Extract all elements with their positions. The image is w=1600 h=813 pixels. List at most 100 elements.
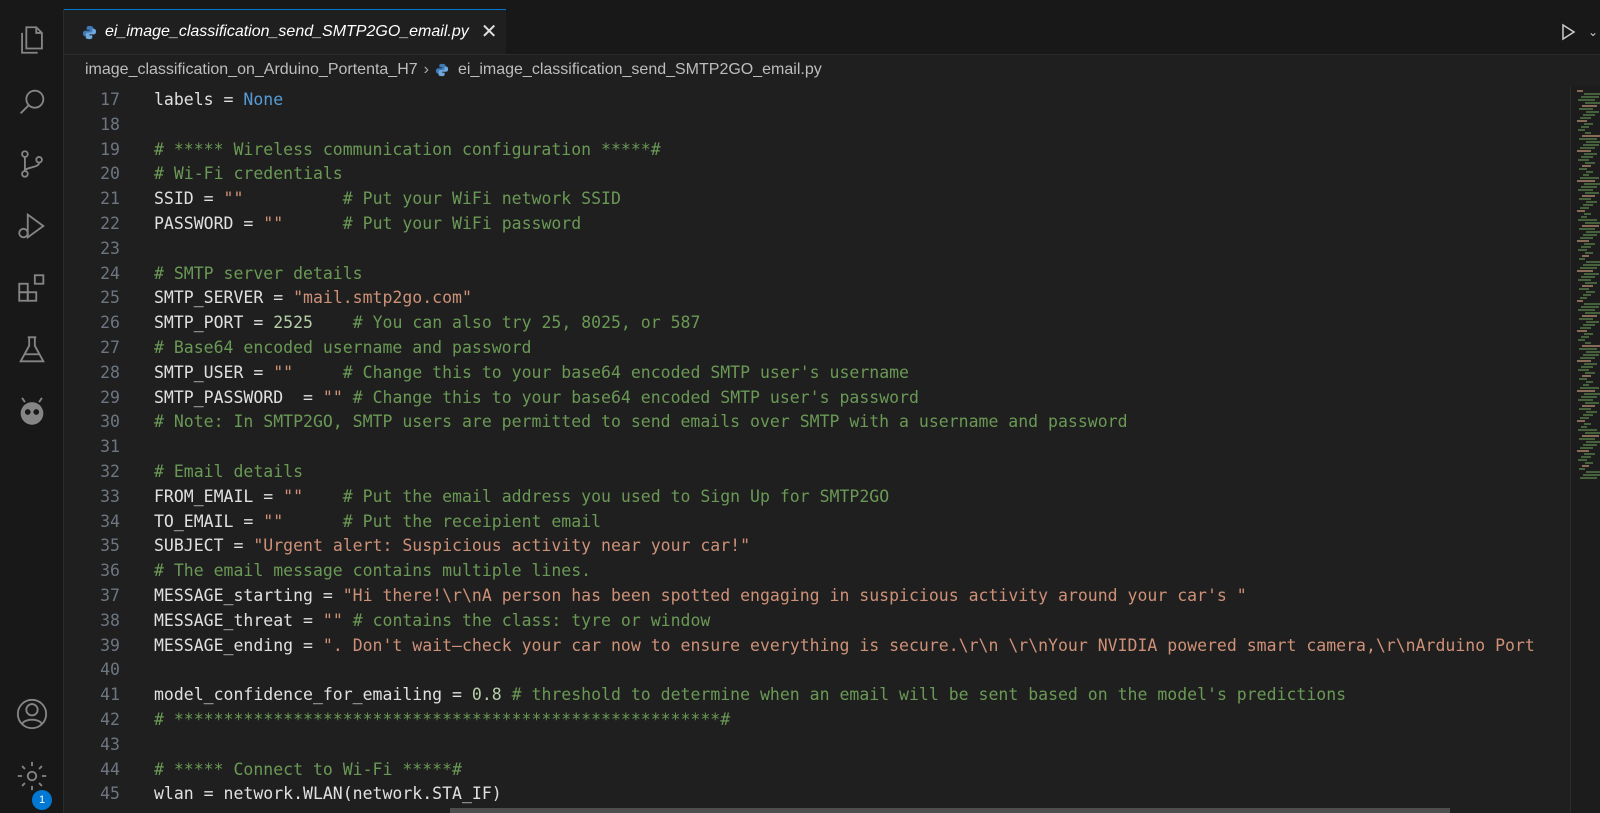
- minimap-line: [1586, 351, 1600, 353]
- code-line[interactable]: 21 SSID = "" # Put your WiFi network SSID: [64, 186, 1570, 211]
- code-line[interactable]: 31: [64, 434, 1570, 459]
- code-text: SUBJECT = "Urgent alert: Suspicious acti…: [154, 533, 750, 558]
- code-line[interactable]: 27 # Base64 encoded username and password: [64, 335, 1570, 360]
- code-token: # Wi-Fi credentials: [154, 164, 343, 184]
- horizontal-scrollbar[interactable]: [450, 808, 1450, 813]
- code-line[interactable]: 40: [64, 657, 1570, 682]
- minimap-line: [1581, 306, 1599, 308]
- code-line[interactable]: 45 wlan = network.WLAN(network.STA_IF): [64, 781, 1570, 806]
- minimap-line: [1585, 432, 1600, 434]
- code-token: # Put the email address you used to Sign…: [342, 486, 890, 506]
- minimap-line: [1582, 315, 1597, 317]
- code-line[interactable]: 38 MESSAGE_threat = "" # contains the cla…: [64, 608, 1570, 633]
- code-editor[interactable]: 17 labels = None 18 19 # ***** Wireless comm…: [64, 86, 1570, 813]
- minimap-line: [1584, 273, 1599, 275]
- minimap-line: [1585, 192, 1599, 194]
- minimap-line: [1581, 96, 1599, 98]
- code-line[interactable]: 34 TO_EMAIL = "" # Put the receipient ema…: [64, 509, 1570, 534]
- minimap-line: [1580, 117, 1591, 119]
- code-line[interactable]: 35 SUBJECT = "Urgent alert: Suspicious ac…: [64, 533, 1570, 558]
- code-line[interactable]: 43: [64, 732, 1570, 757]
- line-number: 18: [100, 114, 120, 134]
- code-token: # Base64 encoded username and password: [154, 338, 532, 357]
- run-debug-icon[interactable]: [0, 200, 63, 252]
- code-line[interactable]: 20 # Wi-Fi credentials: [64, 161, 1570, 186]
- extensions-icon[interactable]: [0, 262, 63, 314]
- minimap-line: [1579, 318, 1593, 320]
- platformio-icon[interactable]: [0, 386, 63, 438]
- minimap-line: [1584, 123, 1593, 125]
- breadcrumb-folder[interactable]: image_classification_on_Arduino_Portenta…: [85, 61, 418, 79]
- explorer-icon[interactable]: [0, 14, 63, 66]
- code-line[interactable]: 39 MESSAGE_ending = ". Don't wait—check y…: [64, 633, 1570, 658]
- minimap-line: [1578, 219, 1597, 221]
- code-line[interactable]: 36 # The email message contains multiple …: [64, 558, 1570, 583]
- minimap-line: [1579, 348, 1597, 350]
- line-number: 44: [100, 759, 120, 779]
- code-line[interactable]: 23: [64, 236, 1570, 261]
- code-line[interactable]: 18: [64, 112, 1570, 137]
- code-token: # Change this to your base64 encoded SMT…: [342, 362, 909, 382]
- code-line[interactable]: 26 SMTP_PORT = 2525 # You can also try 25…: [64, 310, 1570, 335]
- close-icon[interactable]: ✕: [481, 22, 498, 42]
- minimap-line: [1582, 135, 1600, 137]
- line-number: 42: [100, 710, 120, 729]
- minimap-line: [1583, 324, 1595, 326]
- minimap-line: [1582, 255, 1589, 257]
- code-line[interactable]: 28 SMTP_USER = "" # Change this to your b…: [64, 360, 1570, 385]
- code-token: "": [263, 511, 284, 531]
- code-token: "Hi there!\r\nA person has been spotted …: [342, 586, 1247, 605]
- code-line[interactable]: 41 model_confidence_for_emailing = 0.8 # …: [64, 682, 1570, 707]
- source-control-icon[interactable]: [0, 138, 63, 190]
- chevron-down-icon[interactable]: ⌄: [1588, 25, 1598, 39]
- code-text: SMTP_PASSWORD = "" # Change this to your…: [154, 385, 919, 410]
- code-line[interactable]: 32 # Email details: [64, 459, 1570, 484]
- code-token: "": [322, 387, 343, 407]
- search-icon[interactable]: [0, 76, 63, 128]
- code-text: MESSAGE_ending = ". Don't wait—check you…: [154, 633, 1535, 658]
- code-line[interactable]: 17 labels = None: [64, 87, 1570, 112]
- minimap-line: [1577, 270, 1593, 272]
- minimap-line: [1578, 249, 1587, 251]
- minimap-line: [1582, 165, 1591, 167]
- code-line[interactable]: 44 # ***** Connect to Wi-Fi *****#: [64, 757, 1570, 782]
- minimap-line: [1582, 225, 1599, 227]
- minimap-line: [1580, 387, 1599, 389]
- line-number: 32: [100, 462, 120, 481]
- code-line[interactable]: 19 # ***** Wireless communication configu…: [64, 137, 1570, 162]
- code-text: # **************************************…: [154, 707, 730, 732]
- code-line[interactable]: 37 MESSAGE_starting = "Hi there!\r\nA per…: [64, 583, 1570, 608]
- line-number: 28: [100, 362, 120, 382]
- minimap-line: [1582, 405, 1595, 407]
- minimap-line: [1584, 423, 1591, 425]
- minimap-line: [1579, 378, 1587, 380]
- python-file-icon: [435, 63, 449, 77]
- code-token: SSID =: [154, 189, 224, 209]
- editor-tab[interactable]: ei_image_classification_send_SMTP2GO_ema…: [64, 9, 506, 54]
- code-line[interactable]: 22 PASSWORD = "" # Put your WiFi password: [64, 211, 1570, 236]
- run-icon[interactable]: [1558, 22, 1578, 42]
- minimap[interactable]: [1570, 86, 1600, 813]
- minimap-line: [1579, 258, 1585, 260]
- minimap-line: [1585, 222, 1600, 224]
- testing-icon[interactable]: [0, 324, 63, 376]
- settings-gear-icon[interactable]: 1: [0, 750, 63, 810]
- minimap-line: [1586, 411, 1597, 413]
- code-line[interactable]: 42 # ************************************…: [64, 707, 1570, 732]
- minimap-line: [1584, 243, 1595, 245]
- minimap-line: [1580, 147, 1595, 149]
- code-line[interactable]: 25 SMTP_SERVER = "mail.smtp2go.com": [64, 285, 1570, 310]
- code-line[interactable]: 33 FROM_EMAIL = "" # Put the email addres…: [64, 484, 1570, 509]
- minimap-line: [1580, 477, 1597, 479]
- code-text: SSID = "" # Put your WiFi network SSID: [154, 186, 621, 211]
- breadcrumb-file[interactable]: ei_image_classification_send_SMTP2GO_ema…: [458, 61, 822, 79]
- minimap-line: [1584, 453, 1595, 455]
- account-icon[interactable]: [0, 688, 63, 740]
- minimap-line: [1586, 261, 1600, 263]
- code-line[interactable]: 30 # Note: In SMTP2GO, SMTP users are per…: [64, 409, 1570, 434]
- code-line[interactable]: 24 # SMTP server details: [64, 261, 1570, 286]
- code-line[interactable]: 29 SMTP_PASSWORD = "" # Change this to yo…: [64, 385, 1570, 410]
